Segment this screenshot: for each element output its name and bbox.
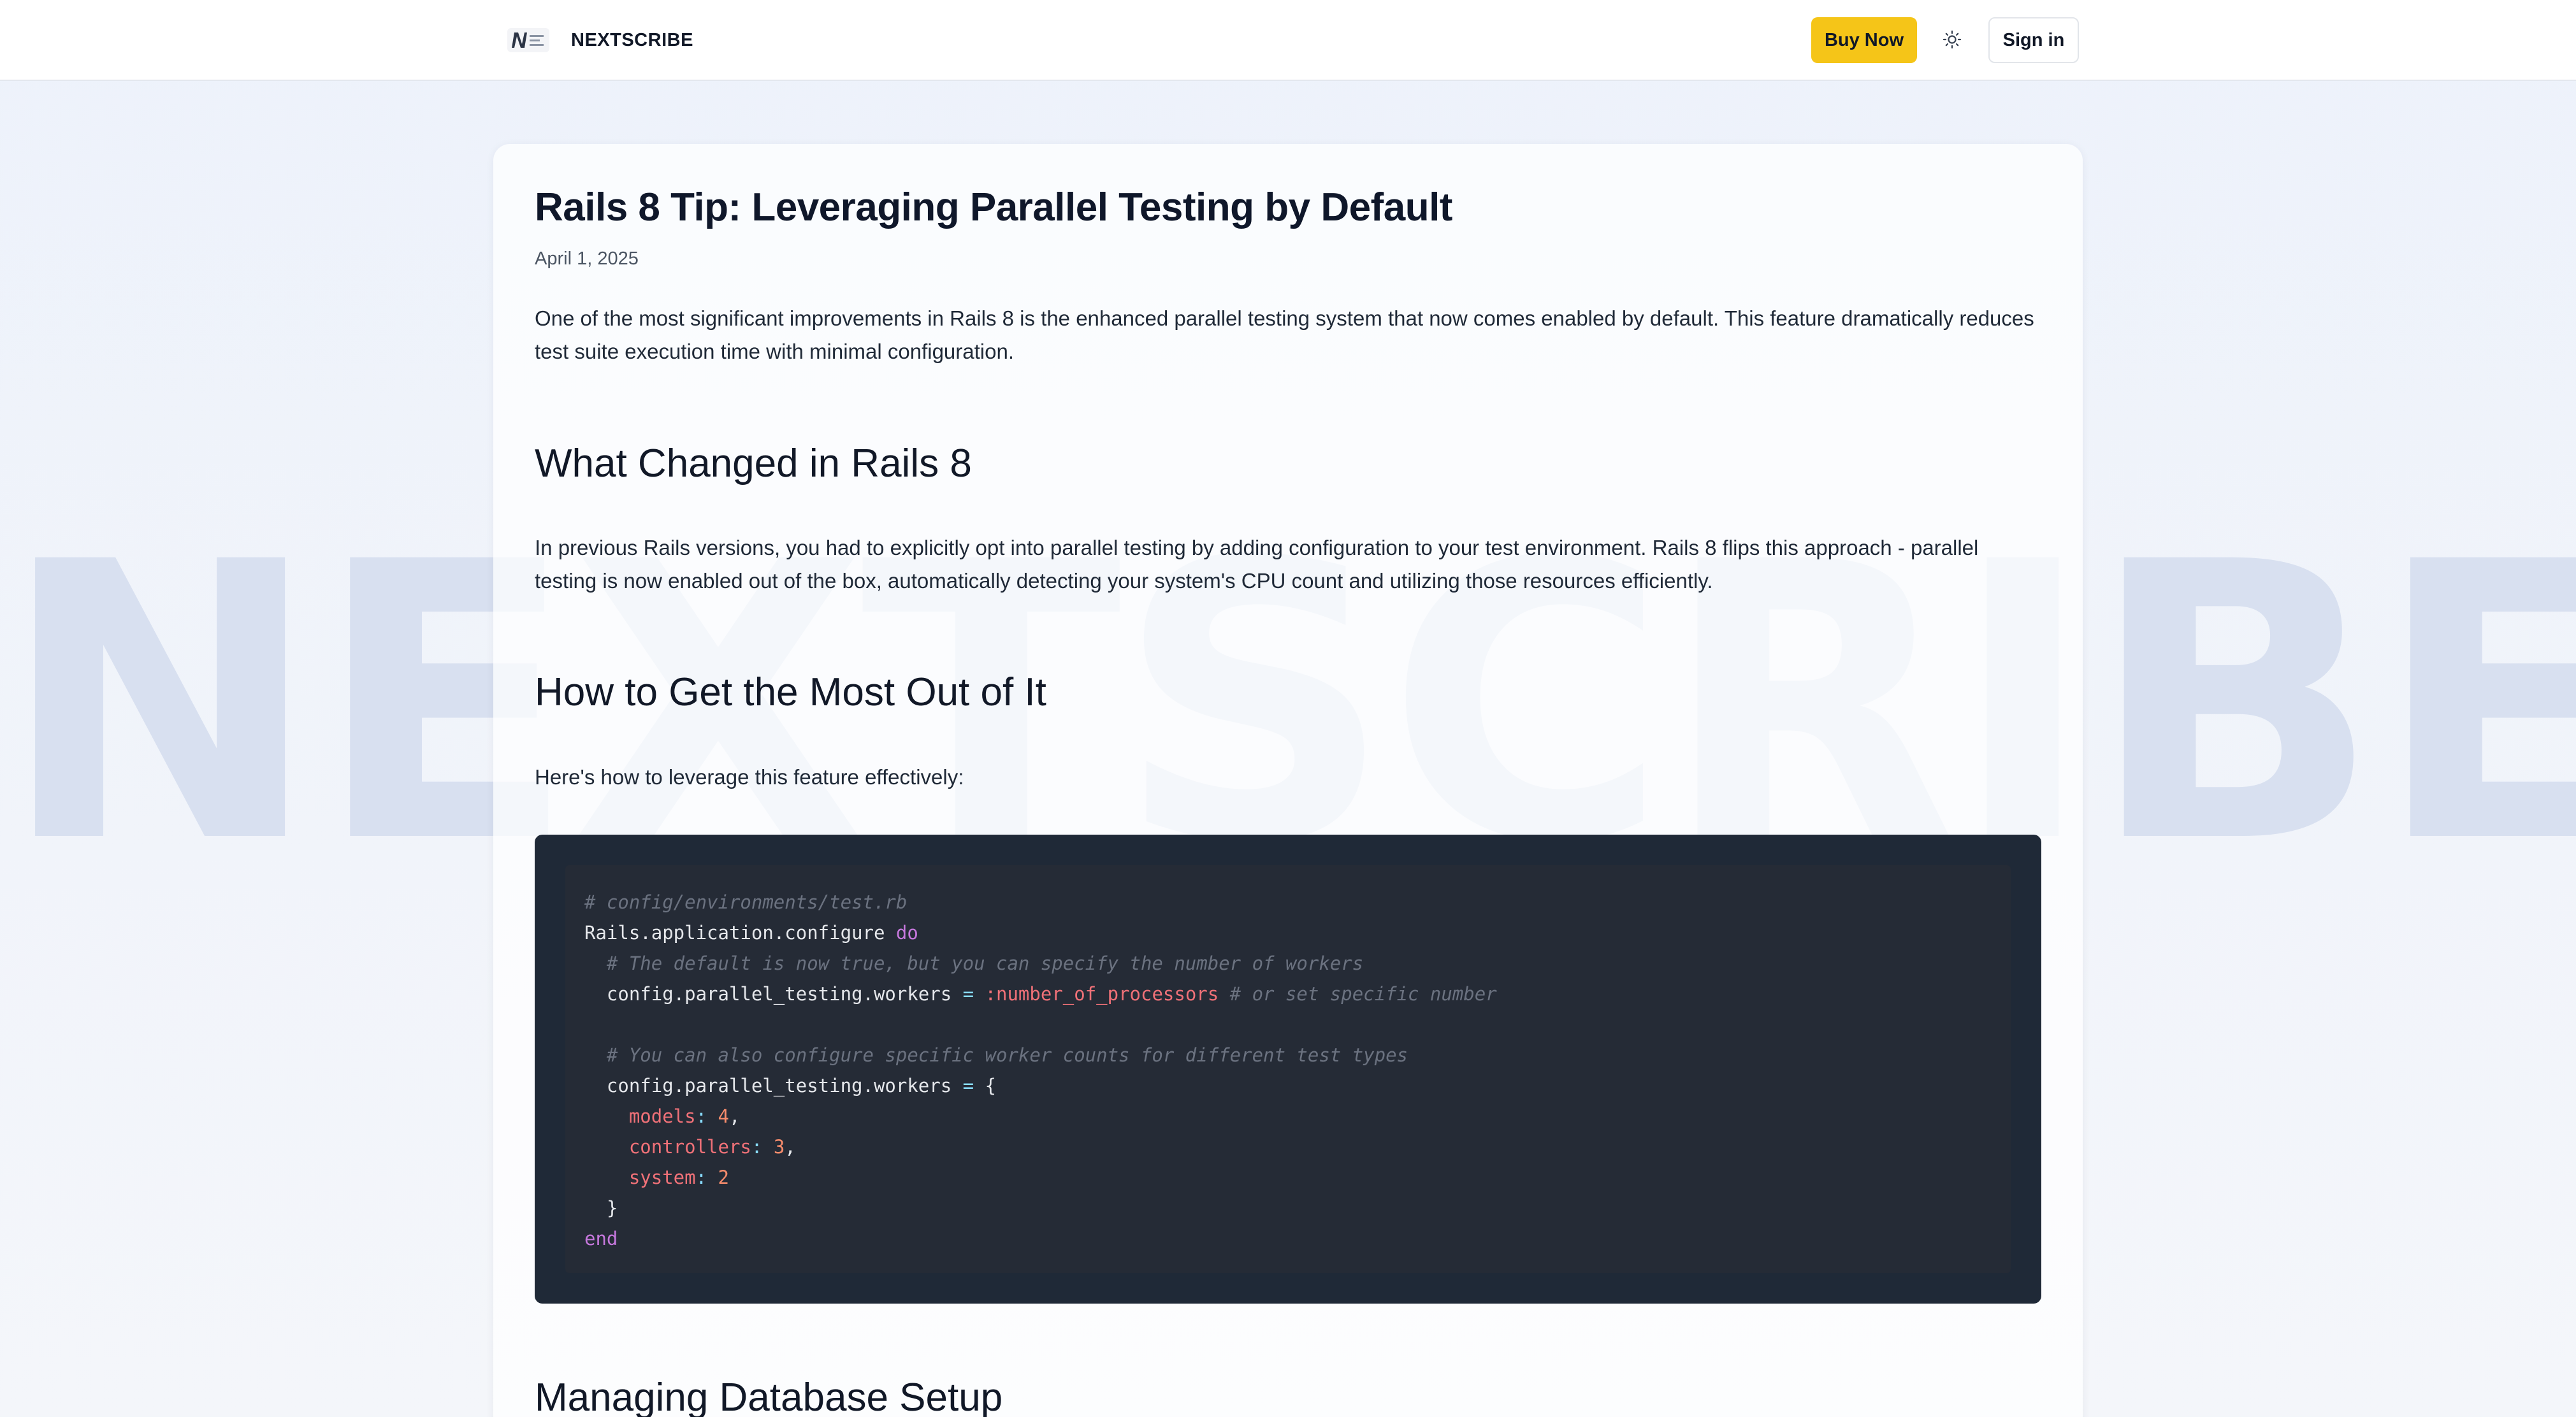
- code-line: system: 2: [584, 1162, 2011, 1193]
- code-operator: :: [695, 1167, 718, 1188]
- code-text: }: [584, 1197, 618, 1219]
- buy-now-button[interactable]: Buy Now: [1811, 17, 1917, 63]
- code-line: # The default is now true, but you can s…: [584, 948, 2011, 979]
- code-text: {: [974, 1075, 997, 1097]
- code-line: config.parallel_testing.workers = :numbe…: [584, 979, 2011, 1009]
- code-line: # config/environments/test.rb: [584, 887, 2011, 917]
- code-text: config.parallel_testing.workers: [584, 1075, 963, 1097]
- code-key: controllers: [584, 1136, 751, 1158]
- code-keyword: end: [584, 1228, 618, 1249]
- heading-what-changed: What Changed in Rails 8: [535, 442, 972, 486]
- article-date: April 1, 2025: [535, 248, 639, 269]
- code-line: models: 4,: [584, 1101, 2011, 1132]
- code-operator: :: [751, 1136, 774, 1158]
- code-text: ,: [785, 1136, 796, 1158]
- code-number: 4: [718, 1105, 729, 1127]
- code-text: Rails.application.configure: [584, 922, 896, 944]
- what-changed-paragraph: In previous Rails versions, you had to e…: [535, 536, 1979, 593]
- theme-toggle-button[interactable]: [1934, 22, 1971, 59]
- code-block: # config/environments/test.rb Rails.appli…: [535, 835, 2041, 1304]
- code-operator: =: [962, 983, 974, 1005]
- heading-how-to: How to Get the Most Out of It: [535, 670, 1046, 714]
- code-line: controllers: 3,: [584, 1132, 2011, 1162]
- code-text: config.parallel_testing.workers: [584, 983, 963, 1005]
- heading-database-setup: Managing Database Setup: [535, 1376, 1003, 1417]
- code-line: end: [584, 1223, 2011, 1254]
- code-content[interactable]: # config/environments/test.rb Rails.appli…: [565, 865, 2011, 1273]
- nextscribe-logo-icon[interactable]: [507, 28, 549, 52]
- code-line: Rails.application.configure do: [584, 917, 2011, 948]
- code-line: }: [584, 1193, 2011, 1223]
- code-number: 2: [718, 1167, 729, 1188]
- sun-icon: [1943, 30, 1962, 51]
- code-line: config.parallel_testing.workers = {: [584, 1070, 2011, 1101]
- code-comment: # or set specific number: [1219, 983, 1497, 1005]
- code-comment: # config/environments/test.rb: [584, 891, 908, 913]
- top-navbar: NEXTSCRIBE Buy Now Sign in: [0, 0, 2576, 81]
- code-comment: # The default is now true, but you can s…: [584, 953, 1364, 974]
- code-line: # You can also configure specific worker…: [584, 1040, 2011, 1070]
- code-key: system: [584, 1167, 696, 1188]
- how-to-paragraph: Here's how to leverage this feature effe…: [535, 765, 964, 789]
- code-text: ,: [729, 1105, 741, 1127]
- code-number: 3: [773, 1136, 785, 1158]
- sign-in-button[interactable]: Sign in: [1988, 17, 2079, 63]
- code-keyword: do: [895, 922, 918, 944]
- code-operator: :: [695, 1105, 718, 1127]
- code-symbol: :number_of_processors: [974, 983, 1219, 1005]
- code-key: models: [584, 1105, 696, 1127]
- article-title: Rails 8 Tip: Leveraging Parallel Testing…: [535, 185, 1452, 229]
- code-comment: # You can also configure specific worker…: [584, 1044, 1408, 1066]
- brand-name[interactable]: NEXTSCRIBE: [571, 28, 693, 52]
- code-operator: =: [962, 1075, 974, 1097]
- intro-paragraph: One of the most significant improvements…: [535, 306, 2034, 363]
